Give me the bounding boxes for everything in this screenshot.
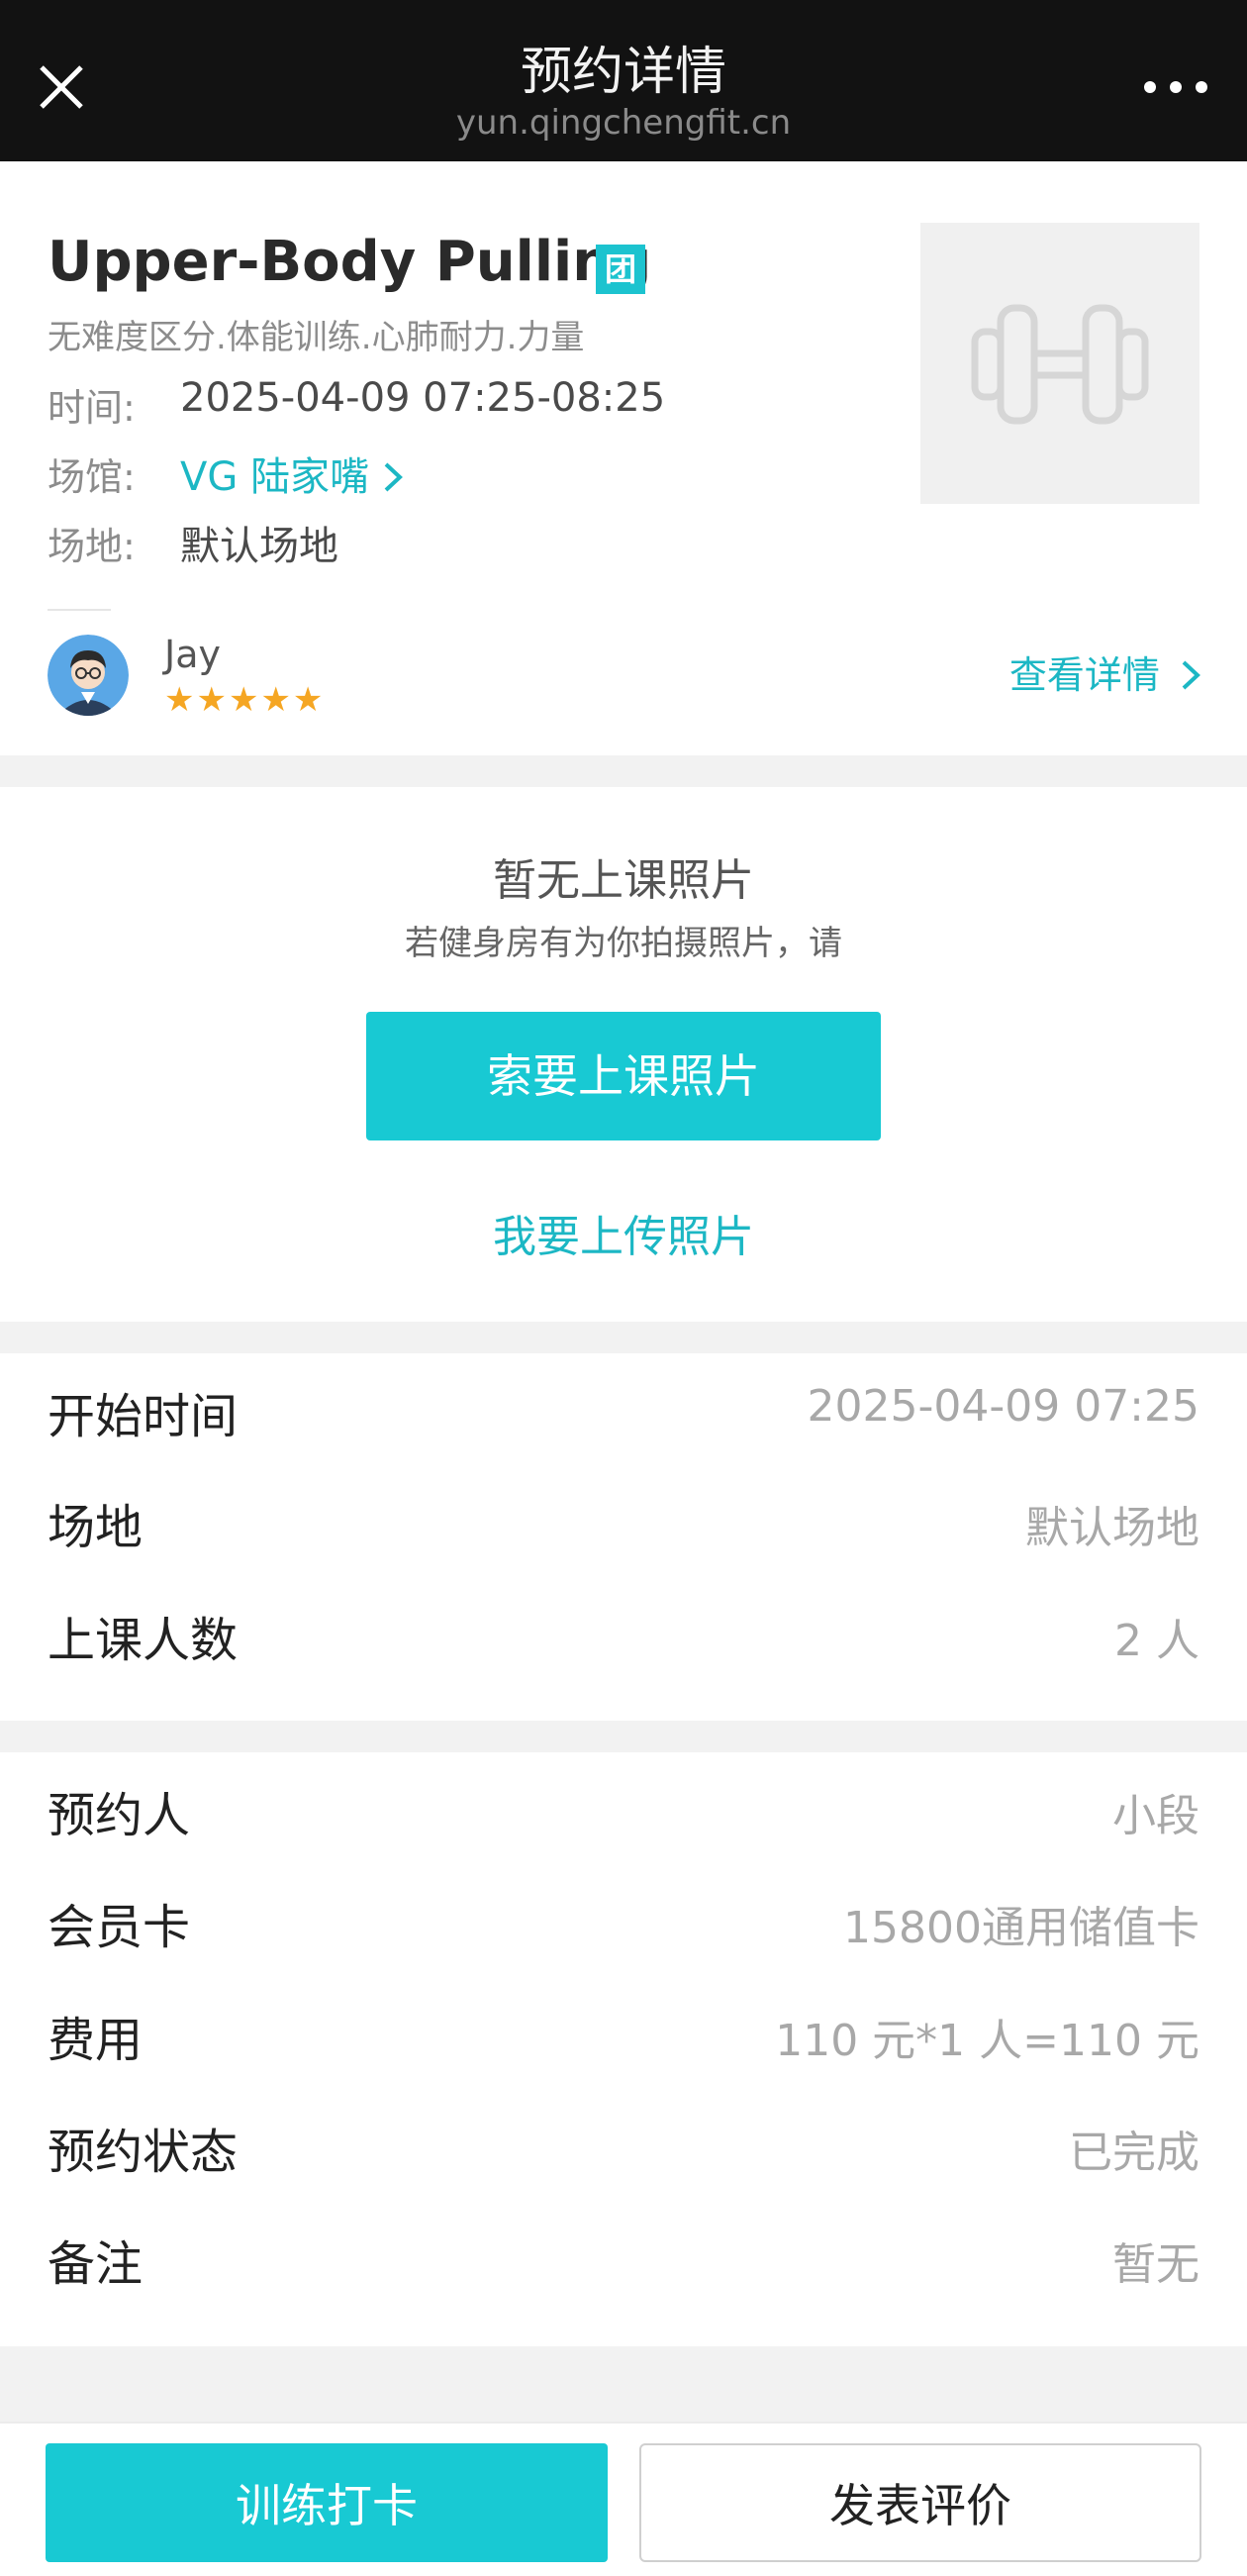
info-label: 会员卡	[48, 1900, 191, 1955]
class-thumbnail	[920, 223, 1199, 504]
info-value: 110 元*1 人=110 元	[775, 2016, 1199, 2066]
page-title: 预约详情	[520, 43, 726, 102]
info-row-site: 场地 默认场地	[0, 1464, 1247, 1563]
divider	[48, 609, 111, 611]
session-info-list: 开始时间 2025-04-09 07:25 场地 默认场地 上课人数 2 人	[0, 1353, 1247, 1721]
info-value: 默认场地	[1025, 1503, 1199, 1553]
class-tags: 无难度区分.体能训练.心肺耐力.力量	[48, 318, 585, 357]
no-photos-title: 暂无上课照片	[493, 855, 754, 906]
venue-label: 场馆:	[48, 455, 136, 499]
chevron-right-icon	[384, 462, 403, 492]
info-value: 已完成	[1069, 2128, 1199, 2178]
info-row-remarks: 备注 暂无	[0, 2201, 1247, 2300]
class-info-card: Upper-Body Pulling 团 无难度区分.体能训练.心肺耐力.力量 …	[0, 161, 1247, 755]
time-value: 2025-04-09 07:25-08:25	[180, 375, 666, 421]
more-icon[interactable]	[1140, 61, 1211, 113]
info-row-booker: 预约人 小段	[0, 1752, 1247, 1851]
coach-name: Jay	[164, 633, 221, 676]
info-value: 15800通用储值卡	[843, 1903, 1199, 1953]
info-row-start-time: 开始时间 2025-04-09 07:25	[0, 1353, 1247, 1452]
training-checkin-button[interactable]: 训练打卡	[46, 2443, 608, 2562]
info-row-fee: 费用 110 元*1 人=110 元	[0, 1977, 1247, 2076]
booking-info-list: 预约人 小段 会员卡 15800通用储值卡 费用 110 元*1 人=110 元…	[0, 1752, 1247, 2346]
site-value: 默认场地	[180, 524, 338, 569]
info-label: 场地	[48, 1500, 144, 1555]
upload-photos-link[interactable]: 我要上传照片	[0, 1201, 1247, 1264]
info-label: 上课人数	[48, 1613, 239, 1668]
info-row-membership-card: 会员卡 15800通用储值卡	[0, 1864, 1247, 1963]
info-label: 预约人	[48, 1788, 191, 1843]
venue-name: VG 陆家嘴	[180, 454, 370, 500]
request-photos-button[interactable]: 索要上课照片	[366, 1012, 881, 1140]
info-row-attendees: 上课人数 2 人	[0, 1577, 1247, 1676]
info-value: 小段	[1112, 1791, 1199, 1841]
time-label: 时间:	[48, 386, 136, 430]
top-bar: 预约详情 yun.qingchengfit.cn	[0, 0, 1247, 161]
info-label: 备注	[48, 2236, 144, 2292]
coach-rating-stars: ★★★★★	[164, 680, 326, 720]
info-value: 暂无	[1112, 2239, 1199, 2290]
info-value: 2 人	[1114, 1616, 1199, 1666]
info-label: 费用	[48, 2013, 144, 2068]
page-url: yun.qingchengfit.cn	[455, 103, 792, 143]
info-label: 开始时间	[48, 1389, 239, 1444]
info-row-status: 预约状态 已完成	[0, 2089, 1247, 2188]
class-photos-section: 暂无上课照片 若健身房有为你拍摄照片，请 索要上课照片 我要上传照片	[0, 787, 1247, 1322]
coach-avatar	[48, 635, 129, 716]
post-review-button[interactable]: 发表评价	[639, 2443, 1201, 2562]
class-name: Upper-Body Pulling	[48, 230, 652, 294]
info-label: 预约状态	[48, 2125, 239, 2180]
info-value: 2025-04-09 07:25	[807, 1381, 1200, 1432]
group-class-badge: 团	[596, 245, 645, 294]
photos-hint: 若健身房有为你拍摄照片，请	[405, 924, 842, 963]
site-label: 场地:	[48, 525, 136, 568]
bottom-action-bar: 训练打卡 发表评价	[0, 2422, 1247, 2576]
view-details-label: 查看详情	[1008, 653, 1160, 697]
chevron-right-icon	[1182, 660, 1200, 690]
venue-link[interactable]: VG 陆家嘴	[180, 445, 404, 502]
dumbbell-icon	[971, 304, 1149, 425]
view-details-link[interactable]: 查看详情	[1009, 644, 1201, 699]
